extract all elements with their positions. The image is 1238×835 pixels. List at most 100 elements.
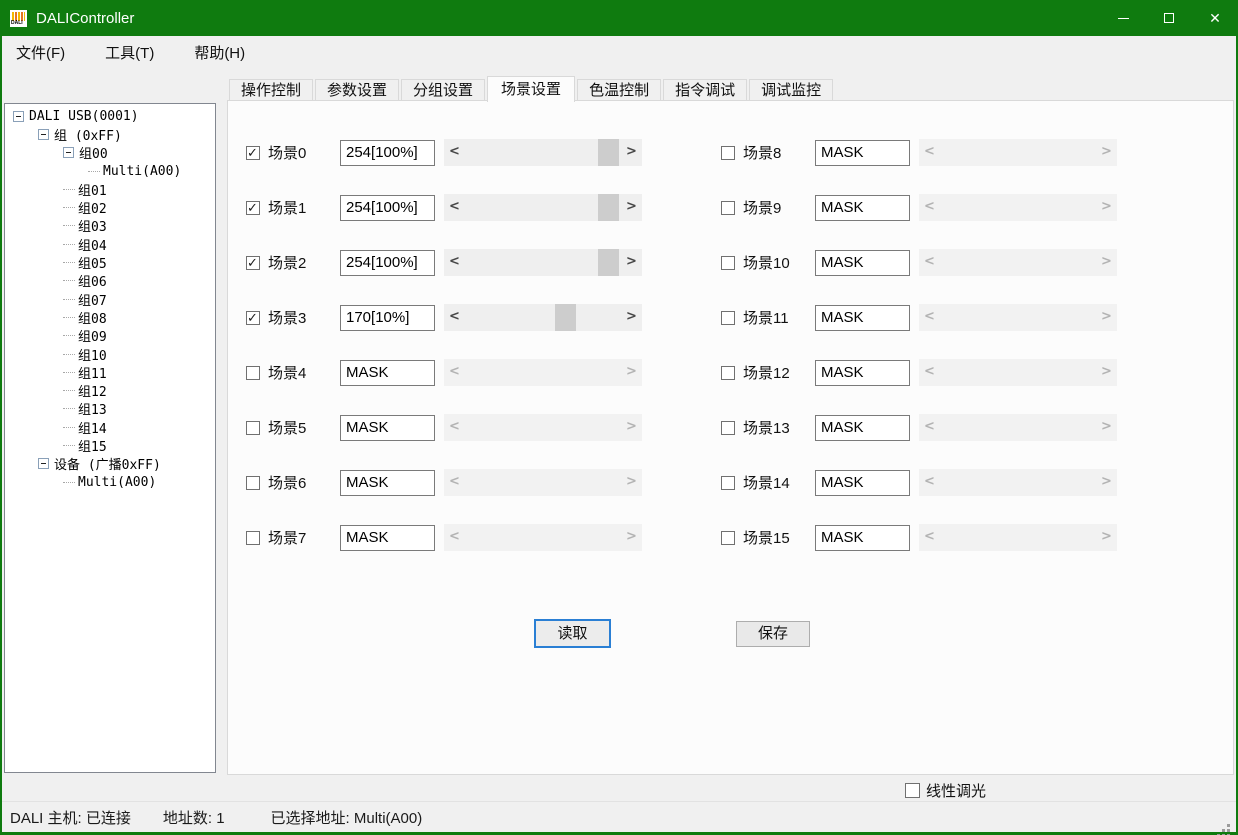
tree-item[interactable]: Multi(A00) bbox=[5, 473, 215, 491]
menu-file[interactable]: 文件(F) bbox=[6, 37, 75, 71]
tree-item[interactable]: Multi(A00) bbox=[5, 162, 215, 180]
scene-label: 场景15 bbox=[743, 527, 807, 548]
scene-scrollbar[interactable]: <> bbox=[444, 249, 642, 276]
tab-color-temp-control[interactable]: 色温控制 bbox=[577, 79, 661, 101]
scene-checkbox[interactable] bbox=[246, 201, 260, 215]
scene-checkbox[interactable] bbox=[721, 146, 735, 160]
minimize-button[interactable] bbox=[1100, 0, 1146, 36]
scrollbar-right-arrow-icon: > bbox=[623, 524, 640, 551]
tree-expander-icon[interactable] bbox=[38, 129, 49, 140]
tree-connector bbox=[88, 171, 100, 172]
scrollbar-left-arrow-icon[interactable]: < bbox=[446, 139, 463, 166]
scene-checkbox[interactable] bbox=[721, 256, 735, 270]
scene-checkbox[interactable] bbox=[246, 311, 260, 325]
scrollbar-right-arrow-icon[interactable]: > bbox=[623, 194, 640, 221]
scene-scrollbar[interactable]: <> bbox=[444, 304, 642, 331]
maximize-button[interactable] bbox=[1146, 0, 1192, 36]
tree-item[interactable]: 组07 bbox=[5, 290, 215, 308]
tab-debug-monitor[interactable]: 调试监控 bbox=[749, 79, 833, 101]
tree-expander-icon[interactable] bbox=[63, 147, 74, 158]
scrollbar-right-arrow-icon[interactable]: > bbox=[623, 249, 640, 276]
scene-checkbox[interactable] bbox=[721, 366, 735, 380]
scene-checkbox[interactable] bbox=[721, 421, 735, 435]
menu-help[interactable]: 帮助(H) bbox=[184, 37, 255, 71]
scene-checkbox[interactable] bbox=[246, 476, 260, 490]
resize-grip[interactable] bbox=[1227, 824, 1230, 827]
scrollbar-left-arrow-icon[interactable]: < bbox=[446, 304, 463, 331]
tree-item[interactable]: 组15 bbox=[5, 436, 215, 454]
scene-value-input[interactable] bbox=[340, 360, 435, 386]
scene-value-input[interactable] bbox=[815, 415, 910, 441]
scene-scrollbar: <> bbox=[919, 524, 1117, 551]
menu-tools[interactable]: 工具(T) bbox=[95, 37, 164, 71]
tab-scene-settings[interactable]: 场景设置 bbox=[487, 76, 575, 102]
scene-row: 场景2<> bbox=[246, 249, 646, 276]
scene-value-input[interactable] bbox=[815, 250, 910, 276]
save-button[interactable]: 保存 bbox=[736, 621, 810, 647]
scene-value-input[interactable] bbox=[815, 140, 910, 166]
scene-value-input[interactable] bbox=[815, 360, 910, 386]
tree-item[interactable]: 组02 bbox=[5, 198, 215, 216]
tree-item[interactable]: 组 (0xFF) bbox=[5, 125, 215, 143]
scene-value-input[interactable] bbox=[340, 525, 435, 551]
tree-item[interactable]: 组13 bbox=[5, 400, 215, 418]
scene-scrollbar[interactable]: <> bbox=[444, 194, 642, 221]
tree-item[interactable]: 组11 bbox=[5, 363, 215, 381]
scrollbar-right-arrow-icon[interactable]: > bbox=[623, 139, 640, 166]
scene-scrollbar: <> bbox=[444, 469, 642, 496]
tree-item[interactable]: 组09 bbox=[5, 327, 215, 345]
scene-value-input[interactable] bbox=[815, 470, 910, 496]
tree-item[interactable]: 组12 bbox=[5, 381, 215, 399]
scrollbar-thumb[interactable] bbox=[598, 194, 619, 221]
read-button[interactable]: 读取 bbox=[534, 619, 611, 648]
tree-item[interactable]: 组10 bbox=[5, 345, 215, 363]
scene-value-input[interactable] bbox=[815, 195, 910, 221]
tree-item[interactable]: 组00 bbox=[5, 144, 215, 162]
scene-checkbox[interactable] bbox=[246, 256, 260, 270]
scrollbar-thumb[interactable] bbox=[598, 139, 619, 166]
tree-item[interactable]: 组01 bbox=[5, 180, 215, 198]
scrollbar-left-arrow-icon[interactable]: < bbox=[446, 194, 463, 221]
scene-checkbox[interactable] bbox=[721, 201, 735, 215]
scene-value-input[interactable] bbox=[340, 195, 435, 221]
scrollbar-right-arrow-icon[interactable]: > bbox=[623, 304, 640, 331]
scene-checkbox[interactable] bbox=[246, 421, 260, 435]
scene-scrollbar[interactable]: <> bbox=[444, 139, 642, 166]
tab-command-debug[interactable]: 指令调试 bbox=[663, 79, 747, 101]
tab-operation-control[interactable]: 操作控制 bbox=[229, 79, 313, 101]
scene-scrollbar: <> bbox=[444, 524, 642, 551]
tree-item[interactable]: 组06 bbox=[5, 272, 215, 290]
scene-row: 场景11<> bbox=[721, 304, 1121, 331]
scene-value-input[interactable] bbox=[340, 415, 435, 441]
tree-expander-icon[interactable] bbox=[38, 458, 49, 469]
tree-item[interactable]: 设备 (广播0xFF) bbox=[5, 455, 215, 473]
scene-checkbox[interactable] bbox=[246, 366, 260, 380]
tree-item[interactable]: 组03 bbox=[5, 217, 215, 235]
scene-value-input[interactable] bbox=[340, 305, 435, 331]
linear-dimming-checkbox[interactable] bbox=[905, 783, 920, 798]
scrollbar-left-arrow-icon[interactable]: < bbox=[446, 249, 463, 276]
tree-item[interactable]: 组14 bbox=[5, 418, 215, 436]
scene-checkbox[interactable] bbox=[246, 531, 260, 545]
scene-value-input[interactable] bbox=[815, 525, 910, 551]
tab-grouping-settings[interactable]: 分组设置 bbox=[401, 79, 485, 101]
close-button[interactable]: ✕ bbox=[1192, 0, 1238, 36]
tree-item[interactable]: 组04 bbox=[5, 235, 215, 253]
scene-checkbox[interactable] bbox=[721, 476, 735, 490]
tree-expander-icon[interactable] bbox=[13, 111, 24, 122]
tab-parameter-settings[interactable]: 参数设置 bbox=[315, 79, 399, 101]
tree-item[interactable]: DALI USB(0001) bbox=[5, 107, 215, 125]
scene-value-input[interactable] bbox=[815, 305, 910, 331]
tree-item[interactable]: 组05 bbox=[5, 253, 215, 271]
title-bar[interactable]: DALI DALIController ✕ bbox=[0, 0, 1238, 36]
scene-checkbox[interactable] bbox=[721, 531, 735, 545]
scene-checkbox[interactable] bbox=[246, 146, 260, 160]
scene-value-input[interactable] bbox=[340, 250, 435, 276]
scene-value-input[interactable] bbox=[340, 140, 435, 166]
scrollbar-thumb[interactable] bbox=[555, 304, 576, 331]
scene-value-input[interactable] bbox=[340, 470, 435, 496]
tree-item[interactable]: 组08 bbox=[5, 308, 215, 326]
scene-scrollbar: <> bbox=[444, 414, 642, 441]
scrollbar-thumb[interactable] bbox=[598, 249, 619, 276]
scene-checkbox[interactable] bbox=[721, 311, 735, 325]
